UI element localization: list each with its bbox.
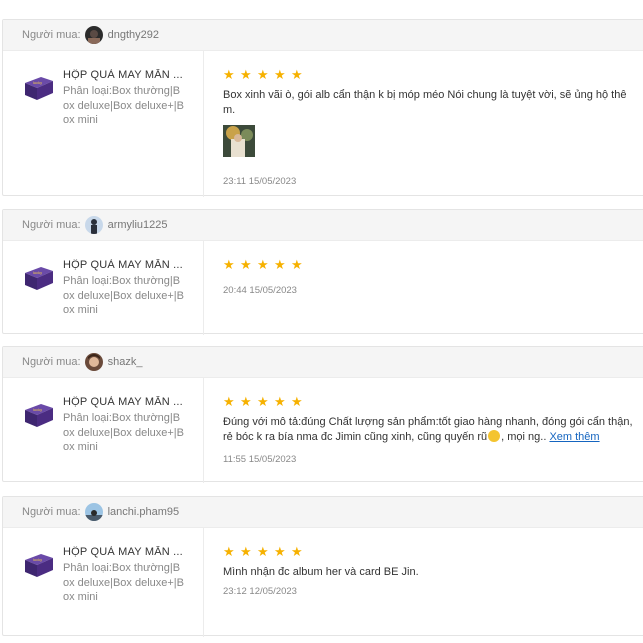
product-info[interactable]: lucky HỘP QUÀ MAY MẮN ... Phân loại:Box … bbox=[3, 378, 204, 483]
review-text: Đúng với mô tả:đúng Chất lượng sản phẩm:… bbox=[223, 415, 633, 445]
username[interactable]: dngthy292 bbox=[108, 29, 159, 41]
product-variant: Phân loại:Box thường|Box deluxe|Box delu… bbox=[63, 412, 184, 453]
product-box-icon: lucky bbox=[25, 554, 53, 577]
star-icon: ★ bbox=[274, 257, 286, 272]
star-icon: ★ bbox=[274, 67, 286, 82]
star-icon: ★ bbox=[240, 67, 252, 82]
product-info[interactable]: lucky HỘP QUÀ MAY MẮN ... Phân loại:Box … bbox=[3, 51, 204, 197]
review-time: 20:44 15/05/2023 bbox=[223, 285, 297, 296]
review-text: Box xinh vãi ò, gói alb cẩn thận k bị mó… bbox=[223, 89, 627, 116]
buyer-row: Người mua: dngthy292 bbox=[3, 20, 643, 51]
star-icon: ★ bbox=[257, 544, 269, 559]
review-text: Mình nhận đc album her và card BE Jin. bbox=[223, 566, 419, 578]
svg-text:lucky: lucky bbox=[33, 557, 42, 562]
review-card: Người mua: armyliu1225 lucky HỘP QUÀ MAY… bbox=[2, 209, 643, 335]
star-icon: ★ bbox=[291, 544, 303, 559]
product-name: HỘP QUÀ MAY MẮN ... bbox=[63, 69, 183, 81]
product-name: HỘP QUÀ MAY MẮN ... bbox=[63, 546, 183, 558]
review-card: Người mua: shazk_ lucky HỘP QUÀ MAY MẮN … bbox=[2, 346, 643, 483]
buyer-label: Người mua: bbox=[22, 29, 81, 41]
star-icon: ★ bbox=[257, 67, 269, 82]
rating-stars: ★ ★ ★ ★ ★ bbox=[223, 394, 303, 409]
buyer-row: Người mua: armyliu1225 bbox=[3, 210, 643, 241]
buyer-row: Người mua: shazk_ bbox=[3, 347, 643, 378]
buyer-label: Người mua: bbox=[22, 506, 81, 518]
svg-text:lucky: lucky bbox=[33, 80, 42, 85]
buyer-label: Người mua: bbox=[22, 356, 81, 368]
review-time: 23:12 12/05/2023 bbox=[223, 586, 297, 597]
buyer-row: Người mua: lanchi.pham95 bbox=[3, 497, 643, 528]
star-icon: ★ bbox=[223, 544, 235, 559]
star-icon: ★ bbox=[291, 394, 303, 409]
review-time: 11:55 15/05/2023 bbox=[223, 454, 297, 465]
svg-text:lucky: lucky bbox=[33, 407, 42, 412]
review-card: Người mua: dngthy292 lucky HỘP QUÀ MAY M… bbox=[2, 19, 643, 197]
username[interactable]: shazk_ bbox=[108, 356, 143, 368]
avatar[interactable] bbox=[84, 353, 103, 371]
review-text-tail: , mọi ng.. bbox=[501, 431, 547, 443]
username[interactable]: lanchi.pham95 bbox=[108, 506, 180, 518]
product-box-icon: lucky bbox=[25, 77, 53, 100]
review-time: 23:11 15/05/2023 bbox=[223, 176, 297, 187]
star-icon: ★ bbox=[223, 257, 235, 272]
star-icon: ★ bbox=[257, 394, 269, 409]
rating-stars: ★ ★ ★ ★ ★ bbox=[223, 544, 303, 559]
star-icon: ★ bbox=[291, 257, 303, 272]
see-more-link[interactable]: Xem thêm bbox=[549, 431, 599, 443]
product-name: HỘP QUÀ MAY MẮN ... bbox=[63, 259, 183, 271]
star-icon: ★ bbox=[257, 257, 269, 272]
avatar[interactable] bbox=[84, 503, 103, 521]
star-icon: ★ bbox=[240, 394, 252, 409]
star-icon: ★ bbox=[223, 67, 235, 82]
smiley-emoji-icon bbox=[488, 430, 501, 442]
product-variant: Phân loại:Box thường|Box deluxe|Box delu… bbox=[63, 562, 184, 603]
product-box-icon: lucky bbox=[25, 267, 53, 290]
star-icon: ★ bbox=[240, 544, 252, 559]
star-icon: ★ bbox=[240, 257, 252, 272]
rating-stars: ★ ★ ★ ★ ★ bbox=[223, 257, 303, 272]
svg-text:lucky: lucky bbox=[33, 270, 42, 275]
rating-stars: ★ ★ ★ ★ ★ bbox=[223, 67, 303, 82]
avatar[interactable] bbox=[84, 216, 103, 234]
product-info[interactable]: lucky HỘP QUÀ MAY MẮN ... Phân loại:Box … bbox=[3, 528, 204, 637]
star-icon: ★ bbox=[274, 394, 286, 409]
product-variant: Phân loại:Box thường|Box deluxe|Box delu… bbox=[63, 275, 184, 316]
star-icon: ★ bbox=[291, 67, 303, 82]
review-photo[interactable] bbox=[223, 125, 255, 157]
buyer-label: Người mua: bbox=[22, 219, 81, 231]
star-icon: ★ bbox=[223, 394, 235, 409]
product-name: HỘP QUÀ MAY MẮN ... bbox=[63, 396, 183, 408]
star-icon: ★ bbox=[274, 544, 286, 559]
product-info[interactable]: lucky HỘP QUÀ MAY MẮN ... Phân loại:Box … bbox=[3, 241, 204, 335]
product-variant: Phân loại:Box thường|Box deluxe|Box delu… bbox=[63, 85, 184, 126]
avatar[interactable] bbox=[84, 26, 103, 44]
username[interactable]: armyliu1225 bbox=[108, 219, 168, 231]
product-box-icon: lucky bbox=[25, 404, 53, 427]
review-card: Người mua: lanchi.pham95 lucky HỘP QUÀ M… bbox=[2, 496, 643, 637]
